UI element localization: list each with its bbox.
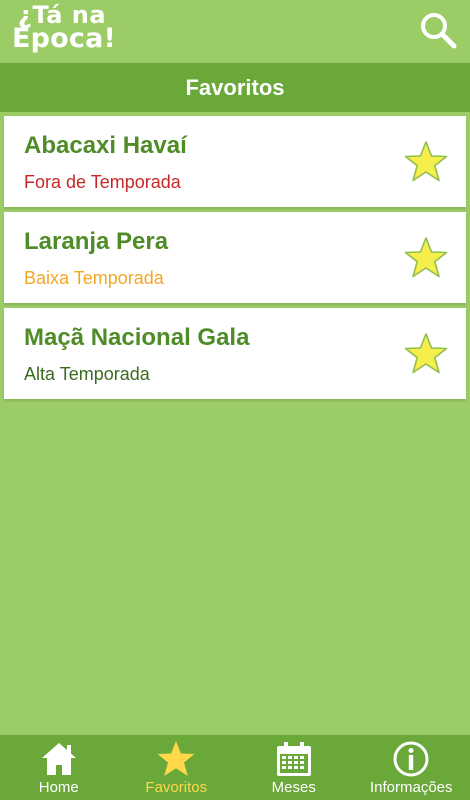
nav-label: Home bbox=[38, 779, 79, 796]
favorite-star-icon[interactable] bbox=[404, 236, 448, 280]
nav-label: Informações bbox=[369, 779, 453, 796]
nav-home[interactable]: Home bbox=[0, 735, 118, 800]
favorite-star-icon[interactable] bbox=[404, 140, 448, 184]
nav-informacoes[interactable]: Informações bbox=[353, 735, 470, 800]
info-icon bbox=[393, 741, 429, 777]
search-icon bbox=[421, 13, 457, 49]
logo-line-2: Época! bbox=[12, 23, 117, 54]
nav-label: Meses bbox=[271, 779, 316, 796]
app-logo: ¿Tá na Época! bbox=[12, 3, 132, 58]
fruit-name: Maçã Nacional Gala bbox=[24, 324, 250, 351]
page-title: Favoritos bbox=[185, 74, 285, 100]
nav-meses[interactable]: Meses bbox=[235, 735, 353, 800]
favorite-item[interactable]: Abacaxi Havaí Fora de Temporada bbox=[4, 116, 466, 207]
season-status: Alta Temporada bbox=[24, 364, 150, 384]
app-bar: ¿Tá na Época! bbox=[0, 0, 470, 63]
season-status: Baixa Temporada bbox=[24, 268, 164, 288]
favorites-list: Abacaxi Havaí Fora de Temporada Laranja … bbox=[4, 116, 466, 404]
bottom-navigation: Home Favoritos Meses Informações bbox=[0, 735, 470, 800]
fruit-name: Laranja Pera bbox=[24, 228, 169, 255]
favorite-item[interactable]: Maçã Nacional Gala Alta Temporada bbox=[4, 308, 466, 399]
favorite-item[interactable]: Laranja Pera Baixa Temporada bbox=[4, 212, 466, 303]
search-button[interactable] bbox=[416, 8, 460, 52]
calendar-icon bbox=[276, 742, 311, 776]
home-icon bbox=[41, 743, 76, 775]
star-icon bbox=[157, 741, 195, 776]
season-status: Fora de Temporada bbox=[24, 172, 181, 192]
app-root: ¿Tá na Época! Favoritos Abacaxi Havaí Fo… bbox=[0, 0, 470, 800]
fruit-name: Abacaxi Havaí bbox=[24, 132, 187, 159]
title-bar: Favoritos bbox=[0, 63, 470, 112]
favorite-star-icon[interactable] bbox=[404, 332, 448, 376]
nav-favoritos[interactable]: Favoritos bbox=[118, 735, 236, 800]
nav-label: Favoritos bbox=[145, 779, 208, 796]
